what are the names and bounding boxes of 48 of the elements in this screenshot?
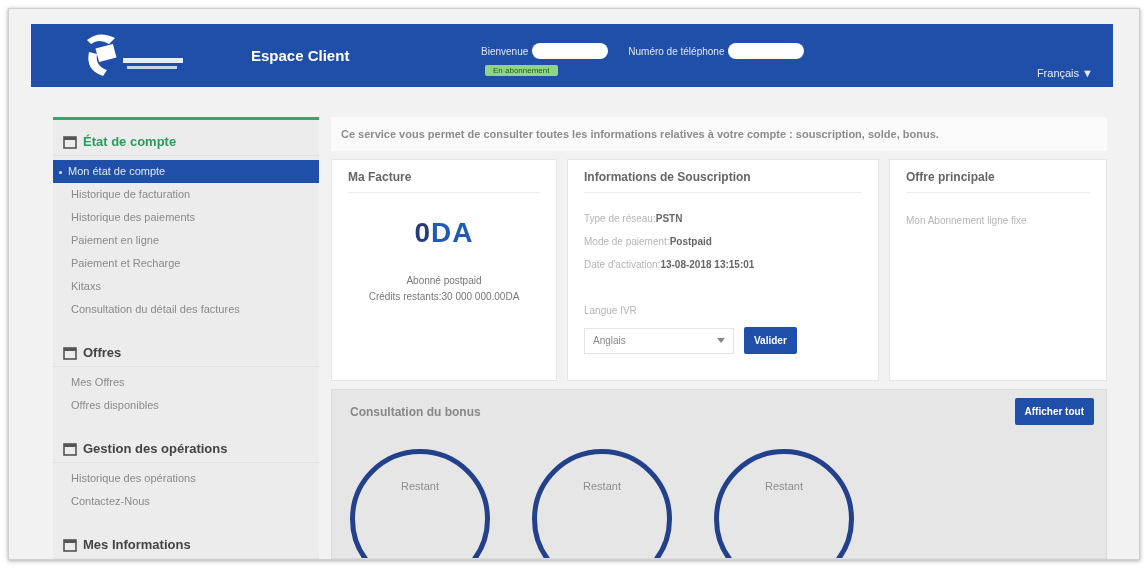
calendar-icon bbox=[63, 441, 77, 456]
calendar-icon bbox=[63, 345, 77, 360]
section-title[interactable]: État de compte bbox=[83, 134, 177, 149]
sidebar-item[interactable]: Historique des paiements bbox=[53, 206, 319, 229]
panel-title: Consultation du bonus bbox=[350, 404, 481, 419]
welcome-label: Bienvenue bbox=[481, 45, 529, 57]
card-title: Offre principale bbox=[906, 170, 1090, 193]
language-dropdown[interactable]: Français ▼ bbox=[1036, 67, 1093, 79]
caret-icon bbox=[717, 338, 725, 343]
sidebar-item[interactable]: Historique des opérations bbox=[53, 467, 319, 490]
sidebar-item[interactable]: Kitaxs bbox=[53, 275, 319, 298]
bullet-icon bbox=[59, 170, 62, 174]
validate-button[interactable]: Valider bbox=[744, 327, 797, 354]
offer-text: Mon Abonnement ligne fixe bbox=[906, 214, 1028, 228]
subscriber-type: Abonné postpaid bbox=[406, 274, 482, 288]
card-title: Informations de Souscription bbox=[584, 170, 862, 193]
section-title[interactable]: Offres bbox=[83, 345, 122, 360]
sidebar-item[interactable]: Paiement en ligne bbox=[53, 229, 319, 252]
sidebar-item[interactable]: Consultation du détail des factures bbox=[53, 298, 319, 321]
sidebar-item[interactable]: Paiement et Recharge bbox=[53, 252, 319, 275]
calendar-icon bbox=[63, 537, 77, 552]
credit-text: Crédits restants:30 000 000.00DA bbox=[368, 290, 520, 304]
sidebar-item[interactable]: Contactez-Nous bbox=[53, 490, 319, 513]
intro-text: Ce service vous permet de consulter toutes les informations relatives à votre compte : souscription, solde, bonus. bbox=[331, 117, 1107, 151]
show-all-button[interactable]: Afficher tout bbox=[1014, 398, 1094, 425]
language-select[interactable]: Anglais bbox=[584, 327, 734, 354]
phone-label: Numéro de téléphone bbox=[628, 45, 725, 57]
field-value: 13-08-2018 13:15:01 bbox=[660, 259, 755, 270]
portal-title: Espace Client bbox=[251, 47, 351, 64]
field-label: Langue IVR bbox=[584, 304, 638, 318]
amount-text: 0DA bbox=[414, 217, 474, 249]
sidebar-item[interactable]: Mon état de compte bbox=[53, 160, 319, 183]
field-value: PSTN bbox=[655, 213, 683, 224]
card-title: Ma Facture bbox=[348, 170, 540, 193]
status-badge: En abonnement bbox=[485, 65, 558, 76]
gauge-label: Restant bbox=[401, 480, 439, 494]
sidebar-item[interactable]: Offres disponibles bbox=[53, 394, 319, 417]
calendar-icon bbox=[63, 134, 77, 149]
gauge-label: Restant bbox=[583, 480, 621, 494]
sidebar-item[interactable]: Historique de facturation bbox=[53, 183, 319, 206]
section-title[interactable]: Gestion des opérations bbox=[83, 441, 228, 456]
sidebar-item[interactable]: Mes Offres bbox=[53, 371, 319, 394]
field-label: Mode de paiement: bbox=[584, 236, 670, 247]
field-label: Date d'activation: bbox=[584, 259, 661, 270]
section-title[interactable]: Mes Informations bbox=[83, 537, 191, 552]
field-label: Type de réseau: bbox=[584, 213, 656, 224]
gauge-label: Restant bbox=[765, 480, 803, 494]
field-value: Postpaid bbox=[669, 236, 712, 247]
